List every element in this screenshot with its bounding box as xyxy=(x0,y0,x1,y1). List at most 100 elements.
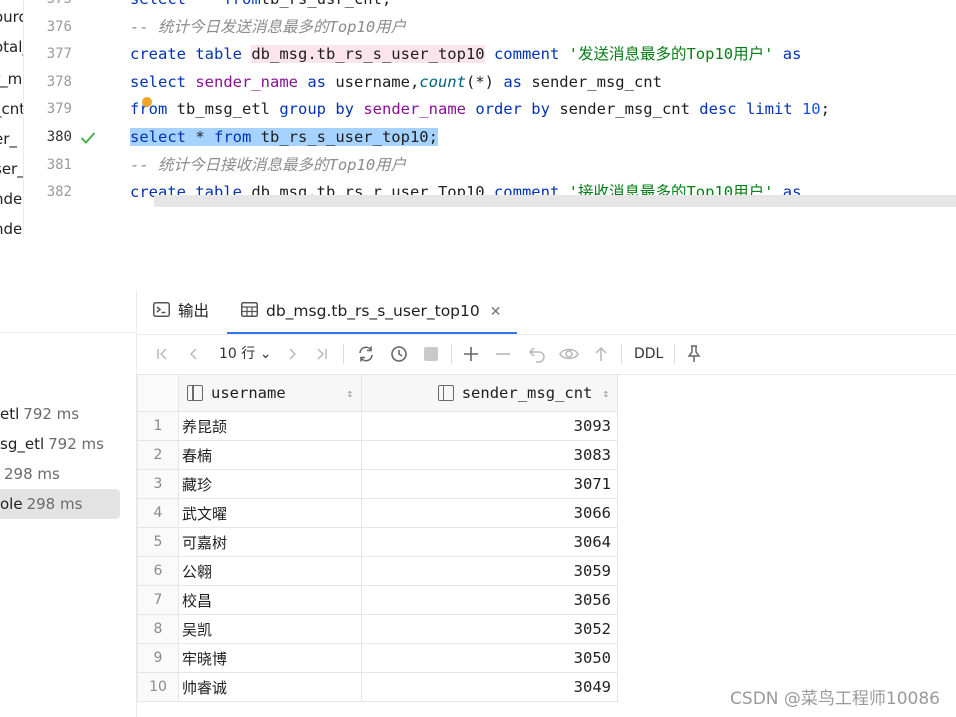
execution-history-list: etl 792 ms sg_etl 792 ms 298 ms ole 298 ms xyxy=(0,290,137,717)
code-line[interactable]: 377 create table db_msg.tb_rs_s_user_top1… xyxy=(24,41,956,68)
line-number[interactable]: 375 xyxy=(24,0,72,13)
code-line[interactable]: 379 from tb_msg_etl group by sender_name … xyxy=(24,96,956,123)
row-number[interactable]: 1 xyxy=(137,411,179,441)
cell-sender-msg-cnt[interactable]: 3083 xyxy=(361,440,618,470)
close-tab-icon[interactable]: ✕ xyxy=(490,304,502,320)
column-header-sender-msg-cnt[interactable]: sender_msg_cnt ⇕ xyxy=(361,374,618,412)
add-row-icon[interactable] xyxy=(460,343,482,365)
code-text: select * from tb_rs_s_user_top10; xyxy=(130,124,438,151)
tree-item[interactable]: ser_ xyxy=(0,160,23,178)
table-row[interactable]: 6 公翱 3059 xyxy=(137,556,618,586)
previous-page-icon[interactable] xyxy=(183,343,205,365)
tree-item[interactable]: otal_ xyxy=(0,38,23,56)
result-grid[interactable]: username ⇕ sender_msg_cnt ⇕ 1 养昆颉 3093 2 春楠 308… xyxy=(137,374,618,702)
row-number[interactable]: 7 xyxy=(137,585,179,615)
tree-item[interactable]: er_ xyxy=(0,130,23,148)
services-panel: etl 792 ms sg_etl 792 ms 298 ms ole 298 ms … xyxy=(0,238,956,717)
pin-icon[interactable] xyxy=(683,343,705,365)
table-row[interactable]: 8 吴凯 3052 xyxy=(137,614,618,644)
tree-item[interactable]: r_m xyxy=(0,70,23,88)
cell-sender-msg-cnt[interactable]: 3066 xyxy=(361,498,618,528)
tree-item[interactable]: ourc xyxy=(0,8,23,26)
first-page-icon[interactable] xyxy=(151,343,173,365)
cell-sender-msg-cnt[interactable]: 3093 xyxy=(361,411,618,441)
revert-icon[interactable] xyxy=(526,343,548,365)
preview-changes-icon[interactable] xyxy=(558,343,580,365)
code-line[interactable]: 376 -- 统计今日发送消息最多的Top10用户 xyxy=(24,14,956,41)
cell-sender-msg-cnt[interactable]: 3056 xyxy=(361,585,618,615)
code-token: tb_msg_etl xyxy=(176,100,280,119)
sql-editor[interactable]: 375select * fromtb_rs_usr_cnt;376-- 统计今日… xyxy=(24,0,956,207)
tree-item[interactable]: _cnt xyxy=(0,100,23,118)
row-number[interactable]: 3 xyxy=(137,469,179,499)
delete-row-icon[interactable] xyxy=(492,343,514,365)
code-token: select xyxy=(130,128,186,146)
cell-username[interactable]: 校昌 xyxy=(178,585,362,615)
code-line[interactable]: 378 select sender_name as username,count(… xyxy=(24,69,956,96)
next-page-icon[interactable] xyxy=(281,343,303,365)
line-number[interactable]: 380 xyxy=(24,124,72,151)
history-item[interactable]: 298 ms xyxy=(0,459,60,489)
cell-sender-msg-cnt[interactable]: 3071 xyxy=(361,469,618,499)
history-item-active[interactable]: ole 298 ms xyxy=(0,489,120,519)
editor-horizontal-scrollbar[interactable] xyxy=(154,195,956,207)
code-line[interactable]: 381 -- 统计今日接收消息最多的Top10用户 xyxy=(24,152,956,179)
line-number[interactable]: 379 xyxy=(24,96,72,123)
row-number[interactable]: 10 xyxy=(137,672,179,702)
page-size-dropdown[interactable]: 10 行 ⌄ xyxy=(219,343,271,365)
intention-bulb-icon[interactable] xyxy=(142,97,152,107)
cell-username[interactable]: 可嘉树 xyxy=(178,527,362,557)
cell-sender-msg-cnt[interactable]: 3059 xyxy=(361,556,618,586)
row-number[interactable]: 8 xyxy=(137,614,179,644)
tree-item[interactable]: nder_ xyxy=(0,190,23,208)
cell-sender-msg-cnt[interactable]: 3064 xyxy=(361,527,618,557)
cell-username[interactable]: 公翱 xyxy=(178,556,362,586)
refresh-icon[interactable] xyxy=(355,343,377,365)
sort-icon[interactable]: ⇕ xyxy=(602,387,609,400)
code-line[interactable]: 380 select * from tb_rs_s_user_top10; xyxy=(24,124,956,151)
column-header-username[interactable]: username ⇕ xyxy=(178,374,362,412)
line-number[interactable]: 378 xyxy=(24,69,72,96)
last-page-icon[interactable] xyxy=(311,343,333,365)
table-row[interactable]: 1 养昆颉 3093 xyxy=(137,411,618,441)
cell-sender-msg-cnt[interactable]: 3052 xyxy=(361,614,618,644)
tab-result-table[interactable]: db_msg.tb_rs_s_user_top10 ✕ xyxy=(227,290,518,334)
row-number[interactable]: 5 xyxy=(137,527,179,557)
sort-icon[interactable]: ⇕ xyxy=(346,387,353,400)
cell-username[interactable]: 牢晓博 xyxy=(178,643,362,673)
cell-username[interactable]: 藏珍 xyxy=(178,469,362,499)
table-row[interactable]: 5 可嘉树 3064 xyxy=(137,527,618,557)
table-row[interactable]: 10 帅睿诚 3049 xyxy=(137,672,618,702)
row-number[interactable]: 6 xyxy=(137,556,179,586)
table-row[interactable]: 9 牢晓博 3050 xyxy=(137,643,618,673)
cell-sender-msg-cnt[interactable]: 3050 xyxy=(361,643,618,673)
cell-username[interactable]: 吴凯 xyxy=(178,614,362,644)
console-icon xyxy=(153,291,170,333)
table-row[interactable]: 3 藏珍 3071 xyxy=(137,469,618,499)
code-token: count xyxy=(419,72,466,91)
cell-username[interactable]: 养昆颉 xyxy=(178,411,362,441)
history-item[interactable]: etl 792 ms xyxy=(0,399,79,429)
stop-icon[interactable] xyxy=(420,343,442,365)
table-row[interactable]: 7 校昌 3056 xyxy=(137,585,618,615)
code-line[interactable]: 375 select * fromtb_rs_usr_cnt; xyxy=(24,0,956,13)
table-row[interactable]: 4 武文曜 3066 xyxy=(137,498,618,528)
cell-sender-msg-cnt[interactable]: 3049 xyxy=(361,672,618,702)
line-number[interactable]: 377 xyxy=(24,41,72,68)
row-number[interactable]: 4 xyxy=(137,498,179,528)
line-number[interactable]: 381 xyxy=(24,152,72,179)
line-number[interactable]: 382 xyxy=(24,179,72,206)
table-row[interactable]: 2 春楠 3083 xyxy=(137,440,618,470)
cell-username[interactable]: 帅睿诚 xyxy=(178,672,362,702)
row-number[interactable]: 2 xyxy=(137,440,179,470)
history-clock-icon[interactable] xyxy=(388,343,410,365)
cell-username[interactable]: 春楠 xyxy=(178,440,362,470)
tab-output[interactable]: 输出 xyxy=(153,290,209,332)
history-item[interactable]: sg_etl 792 ms xyxy=(0,429,104,459)
row-number[interactable]: 9 xyxy=(137,643,179,673)
ddl-button[interactable]: DDL xyxy=(634,343,663,365)
tree-item[interactable]: nder_ xyxy=(0,220,23,238)
submit-icon[interactable] xyxy=(590,343,612,365)
cell-username[interactable]: 武文曜 xyxy=(178,498,362,528)
line-number[interactable]: 376 xyxy=(24,14,72,41)
